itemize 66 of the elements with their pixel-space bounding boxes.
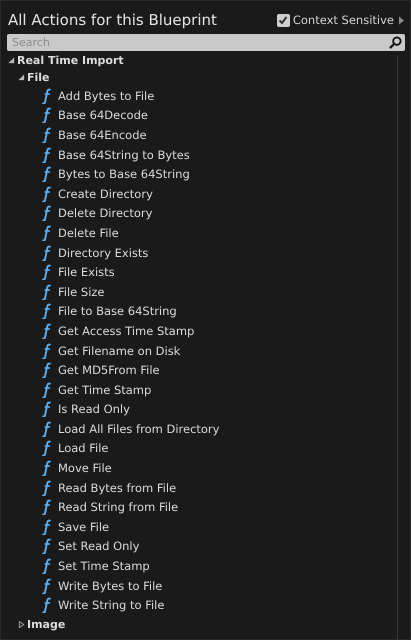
- search-field[interactable]: Search: [7, 34, 405, 51]
- function-icon: [42, 401, 52, 418]
- expander-icon[interactable]: [18, 74, 25, 80]
- function-icon: [42, 480, 52, 496]
- action-item[interactable]: Delete File: [58, 226, 119, 240]
- action-item[interactable]: Set Read Only: [58, 539, 140, 554]
- function-icon: [42, 166, 52, 182]
- function-icon: [42, 322, 52, 339]
- checkbox-label: Context Sensitive: [292, 13, 394, 27]
- function-icon: [42, 88, 52, 104]
- expand-arrow-icon[interactable]: [399, 16, 404, 24]
- function-icon: [42, 107, 52, 124]
- action-item[interactable]: Bytes to Base 64String: [58, 167, 190, 182]
- expander-icon[interactable]: [8, 56, 15, 64]
- function-icon: [42, 558, 52, 574]
- function-icon: [42, 597, 52, 614]
- window-title: All Actions for this Blueprint: [8, 11, 217, 29]
- action-item[interactable]: Directory Exists: [58, 246, 148, 260]
- function-icon: [42, 538, 52, 554]
- function-icon: [42, 342, 52, 359]
- action-item[interactable]: Save File: [58, 520, 110, 534]
- function-icon: [42, 420, 52, 437]
- function-icon: [42, 362, 52, 378]
- action-item[interactable]: Base 64Encode: [58, 128, 147, 142]
- action-item[interactable]: Get Time Stamp: [58, 382, 152, 397]
- action-item[interactable]: Write String to File: [58, 598, 164, 612]
- function-icon: [42, 244, 52, 261]
- action-item[interactable]: Get Access Time Stamp: [58, 324, 194, 338]
- function-icon: [42, 284, 52, 300]
- function-icon: [42, 518, 52, 535]
- expander-icon[interactable]: [18, 620, 25, 628]
- action-item[interactable]: File Exists: [58, 265, 115, 280]
- action-item[interactable]: Is Read Only: [58, 402, 130, 416]
- action-item[interactable]: Load All Files from Directory: [58, 422, 220, 436]
- action-item[interactable]: Base 64Decode: [58, 108, 148, 122]
- function-icon: [42, 460, 52, 476]
- category-item[interactable]: Real Time Import: [17, 54, 124, 66]
- action-item[interactable]: Base 64String to Bytes: [58, 148, 190, 162]
- function-icon: [42, 382, 52, 398]
- action-item[interactable]: Read Bytes from File: [58, 480, 176, 495]
- action-item[interactable]: Write Bytes to File: [58, 578, 162, 593]
- checkbox[interactable]: [276, 14, 290, 26]
- function-icon: [42, 499, 52, 516]
- function-icon: [42, 205, 52, 222]
- function-icon: [42, 440, 52, 456]
- function-icon: [42, 146, 52, 163]
- action-item[interactable]: Delete Directory: [58, 206, 152, 220]
- function-icon: [42, 303, 52, 320]
- action-item[interactable]: Move File: [58, 461, 112, 476]
- function-icon: [42, 224, 52, 241]
- action-item[interactable]: Load File: [58, 441, 108, 456]
- function-icon: [42, 186, 52, 202]
- category-item[interactable]: Image: [27, 618, 66, 631]
- action-item[interactable]: File to Base 64String: [58, 304, 177, 318]
- action-item[interactable]: Create Directory: [58, 186, 153, 201]
- search-icon[interactable]: [389, 36, 402, 49]
- function-icon: [42, 578, 52, 594]
- action-item[interactable]: Get MD5From File: [58, 363, 160, 378]
- function-icon: [42, 126, 52, 143]
- action-item[interactable]: Get Filename on Disk: [58, 344, 180, 358]
- category-item[interactable]: File: [27, 70, 50, 84]
- action-item[interactable]: Add Bytes to File: [58, 88, 154, 103]
- action-item[interactable]: Read String from File: [58, 500, 178, 514]
- action-item[interactable]: File Size: [58, 284, 105, 299]
- function-icon: [42, 264, 52, 280]
- action-item[interactable]: Set Time Stamp: [58, 559, 150, 574]
